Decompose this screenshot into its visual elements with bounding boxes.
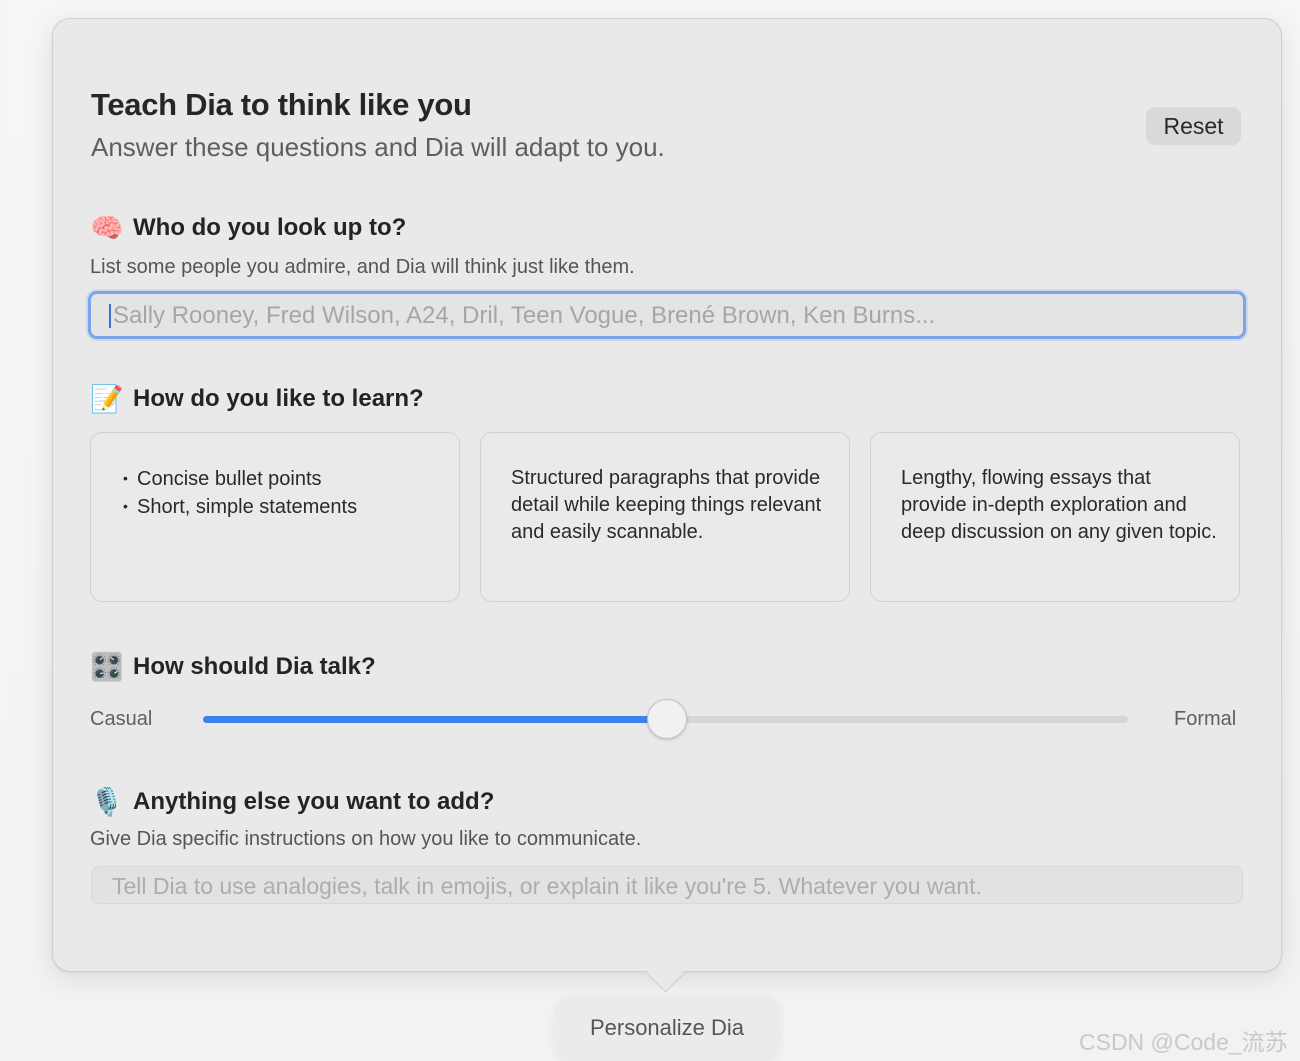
extra-instructions-input[interactable]: Tell Dia to use analogies, talk in emoji…	[91, 866, 1243, 904]
personalize-dia-button[interactable]: Personalize Dia	[554, 996, 780, 1060]
microphone-icon: 🎙️	[90, 787, 124, 817]
watermark-text: CSDN @Code_流苏	[1079, 1029, 1288, 1055]
extra-description: Give Dia specific instructions on how yo…	[90, 828, 642, 850]
learning-heading-label: How do you like to learn?	[133, 385, 424, 412]
page-subtitle: Answer these questions and Dia will adap…	[91, 132, 665, 162]
extra-heading-label: Anything else you want to add?	[133, 788, 495, 815]
page-title: Teach Dia to think like you	[91, 87, 472, 122]
bullet-item: Short, simple statements	[123, 493, 439, 521]
extra-section-heading: 🎙️ Anything else you want to add?	[90, 785, 494, 819]
reset-button[interactable]: Reset	[1146, 107, 1241, 145]
learning-option-paragraphs[interactable]: Structured paragraphs that provide detai…	[480, 432, 850, 602]
tone-slider-thumb[interactable]	[646, 699, 687, 739]
learning-section-heading: 📝 How do you like to learn?	[90, 382, 424, 416]
bullet-item: Concise bullet points	[123, 465, 439, 493]
people-input-placeholder: Sally Rooney, Fred Wilson, A24, Dril, Te…	[113, 302, 936, 329]
control-knobs-icon: 🎛️	[90, 652, 124, 682]
text-caret	[109, 304, 111, 328]
extra-input-placeholder: Tell Dia to use analogies, talk in emoji…	[112, 873, 982, 899]
learning-option-text: Lengthy, flowing essays that provide in-…	[901, 467, 1217, 543]
bullet-list: Concise bullet points Short, simple stat…	[123, 465, 439, 521]
people-heading-label: Who do you look up to?	[133, 214, 407, 241]
tone-heading-label: How should Dia talk?	[133, 653, 376, 680]
tone-slider-fill	[203, 716, 666, 723]
slider-max-label: Formal	[1174, 708, 1237, 730]
brain-icon: 🧠	[90, 213, 124, 243]
memo-icon: 📝	[90, 384, 124, 414]
learning-option-essays[interactable]: Lengthy, flowing essays that provide in-…	[870, 432, 1240, 602]
people-input[interactable]: Sally Rooney, Fred Wilson, A24, Dril, Te…	[88, 291, 1246, 339]
tone-section-heading: 🎛️ How should Dia talk?	[90, 650, 376, 684]
learning-option-text: Structured paragraphs that provide detai…	[511, 467, 822, 543]
people-description: List some people you admire, and Dia wil…	[90, 256, 635, 278]
learning-option-bullets[interactable]: Concise bullet points Short, simple stat…	[90, 432, 460, 602]
slider-min-label: Casual	[90, 708, 153, 730]
people-section-heading: 🧠 Who do you look up to?	[90, 211, 406, 245]
